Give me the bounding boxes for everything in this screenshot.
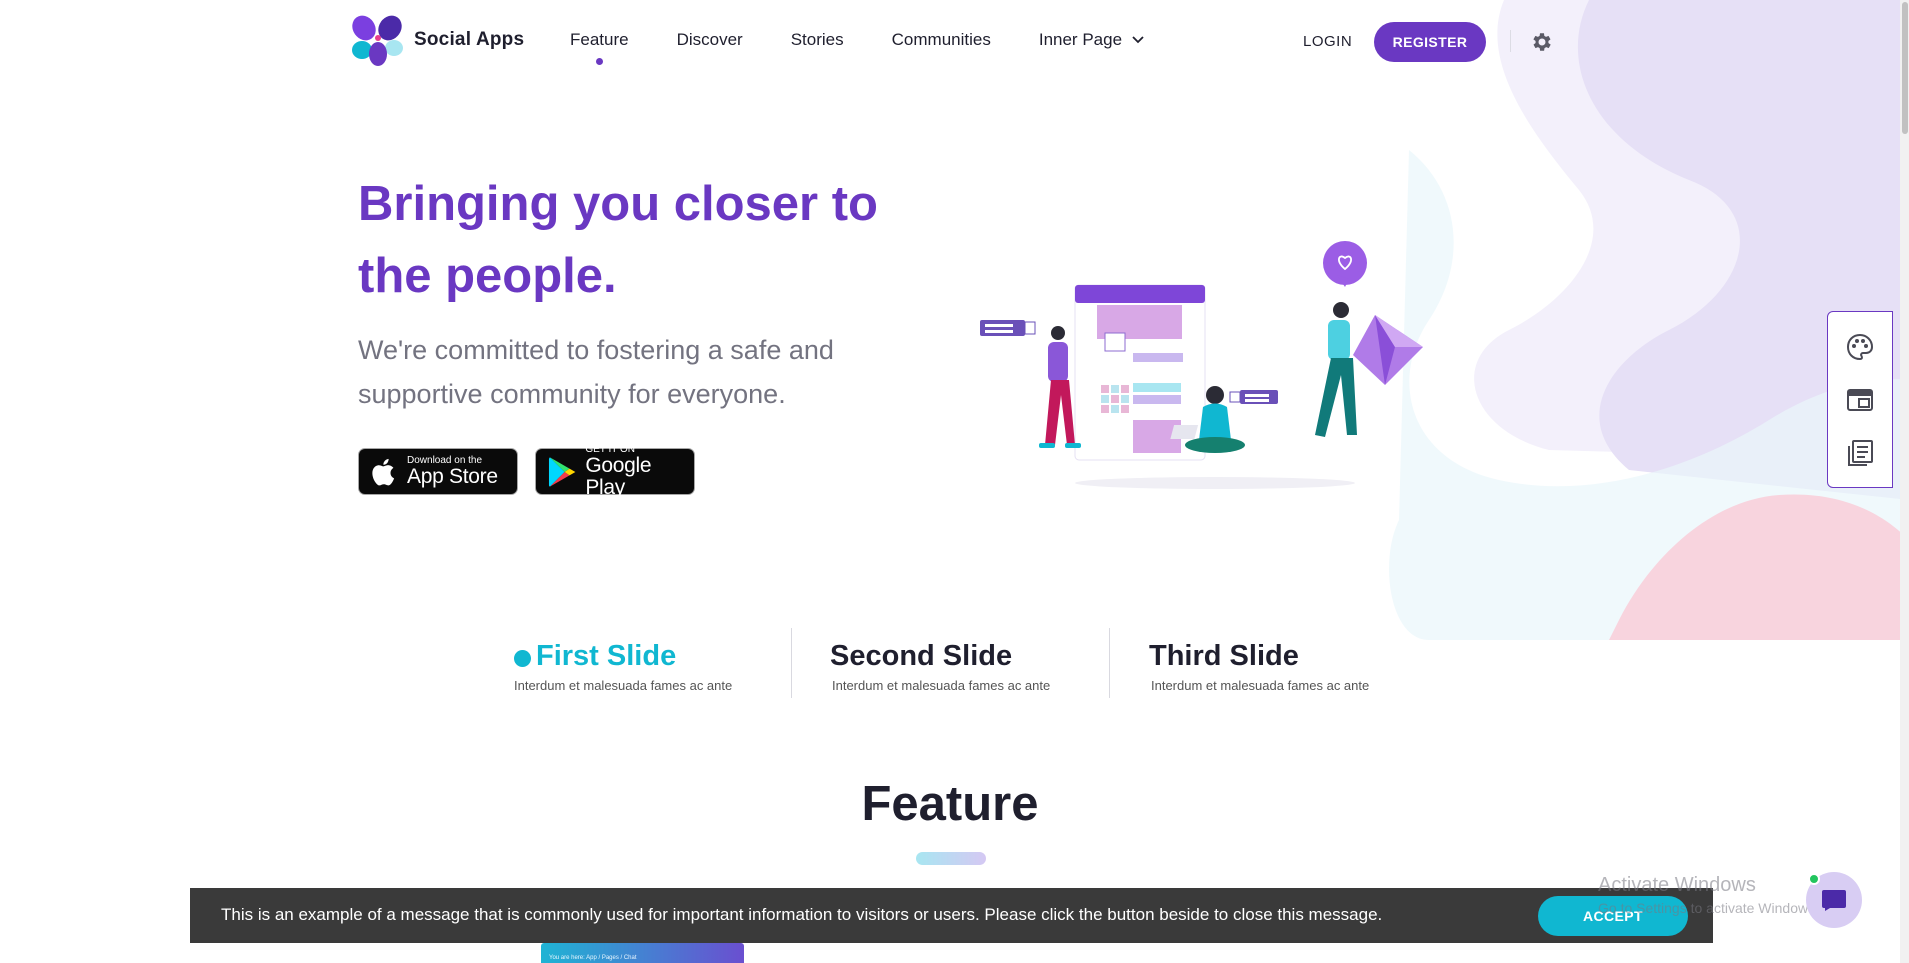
nav-item-stories[interactable]: Stories: [791, 30, 844, 50]
feature-preview-image: You are here: App / Pages / Chat: [541, 943, 744, 963]
nav-item-discover[interactable]: Discover: [677, 30, 743, 50]
google-play-button[interactable]: GET IT ON Google Play: [535, 444, 695, 499]
slide-tab-third[interactable]: Third Slide Interdum et malesuada fames …: [1149, 628, 1449, 700]
hero-title: Bringing you closer to the people.: [358, 177, 878, 303]
slide-title: Third Slide: [1149, 640, 1299, 672]
nav-item-label: Communities: [891, 30, 991, 49]
main-nav: Feature Discover Stories Communities Inn…: [570, 30, 1192, 65]
preview-breadcrumb: You are here: App / Pages / Chat: [549, 955, 637, 961]
nav-item-inner-page[interactable]: Inner Page: [1039, 30, 1144, 50]
online-status-dot: [1808, 873, 1820, 885]
nav-item-communities[interactable]: Communities: [892, 30, 991, 50]
hero-subtitle: We're committed to fostering a safe and …: [358, 335, 834, 409]
nav-item-label: Feature: [570, 30, 629, 49]
scrollbar-thumb[interactable]: [1902, 2, 1908, 134]
nav-item-label: Discover: [676, 30, 743, 49]
logo[interactable]: Social Apps: [350, 14, 524, 66]
windows-activation-watermark: Activate Windows Go to Settings to activ…: [1598, 873, 1819, 917]
hero-illustration: [980, 241, 1423, 489]
palette-icon[interactable]: [1845, 332, 1875, 362]
apple-icon: [372, 458, 395, 485]
logo-icon: [352, 15, 403, 66]
watermark-line2: Go to Settings to activate Windows.: [1598, 900, 1819, 916]
app-store-big: App Store: [407, 465, 498, 488]
slide-title: Second Slide: [830, 640, 1013, 672]
layout-icon[interactable]: [1845, 385, 1875, 415]
chat-icon: [1822, 890, 1846, 911]
scrollbar-track[interactable]: [1900, 0, 1909, 963]
header-divider: [1510, 30, 1511, 52]
feature-heading: Feature: [861, 777, 1039, 831]
register-button[interactable]: REGISTER: [1374, 22, 1486, 62]
chevron-down-icon: [1132, 36, 1144, 44]
pages-icon[interactable]: [1845, 438, 1875, 468]
gear-icon[interactable]: [1530, 30, 1554, 54]
google-play-big: Google Play: [585, 454, 652, 499]
cookie-banner: This is an example of a message that is …: [190, 888, 1713, 943]
side-toolbar: [1827, 311, 1893, 488]
heading-underline: [916, 852, 986, 865]
nav-item-label: Inner Page: [1038, 30, 1123, 49]
nav-item-label: Stories: [790, 30, 844, 49]
slide-title: First Slide: [536, 640, 677, 672]
slide-tab-second[interactable]: Second Slide Interdum et malesuada fames…: [830, 628, 1130, 700]
slide-divider: [791, 628, 792, 698]
slide-description: Interdum et malesuada fames ac ante: [832, 678, 1051, 693]
google-play-icon: [548, 456, 576, 487]
slide-divider: [1109, 628, 1110, 698]
app-store-button[interactable]: Download on the App Store: [358, 448, 518, 495]
nav-item-feature[interactable]: Feature: [570, 30, 629, 65]
watermark-line1: Activate Windows: [1598, 874, 1756, 896]
cookie-message: This is an example of a message that is …: [221, 905, 1383, 924]
slide-tab-first[interactable]: First Slide Interdum et malesuada fames …: [500, 628, 800, 700]
login-link[interactable]: LOGIN: [1303, 33, 1352, 50]
slide-description: Interdum et malesuada fames ac ante: [1151, 678, 1370, 693]
slide-description: Interdum et malesuada fames ac ante: [514, 678, 733, 693]
header: Social Apps Feature Discover Stories Com…: [0, 0, 1909, 84]
brand-name: Social Apps: [414, 29, 525, 50]
slides-nav: First Slide Interdum et malesuada fames …: [500, 628, 1400, 700]
